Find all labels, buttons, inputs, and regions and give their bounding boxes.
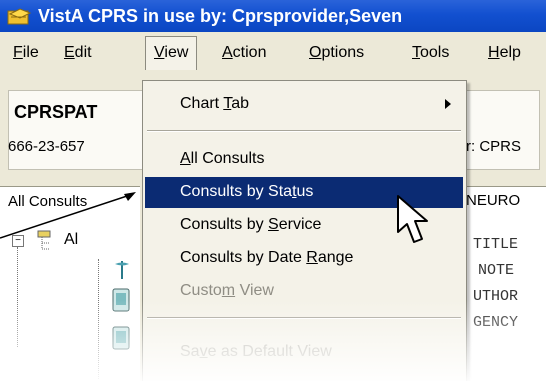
- service-header: NEURO: [466, 192, 521, 209]
- detail-line: TITLE: [473, 236, 519, 253]
- provider-label: r: CPRS: [466, 138, 522, 155]
- consults-tree-pane: All Consults − Al: [0, 186, 140, 381]
- app-icon: [7, 8, 32, 25]
- tree-collapse-icon[interactable]: −: [12, 235, 24, 247]
- document-icon-2: [112, 326, 130, 350]
- cprs-window: VistA CPRS in use by: Cprsprovider,Seven…: [0, 0, 546, 381]
- consult-detail-pane: [466, 186, 546, 381]
- menu-help[interactable]: Help: [488, 44, 521, 62]
- menu-action[interactable]: Action: [222, 44, 266, 62]
- detail-line: NOTE: [478, 262, 515, 279]
- menu-item-save-as-default-view: Save as Default View: [180, 343, 332, 360]
- tree-connector: [17, 247, 18, 347]
- patient-name: CPRSPAT: [14, 102, 98, 122]
- menu-edit[interactable]: Edit: [64, 44, 92, 62]
- submenu-arrow-icon: [445, 99, 451, 109]
- caduceus-icon: [115, 261, 129, 279]
- consults-pane-header: All Consults: [8, 193, 88, 210]
- title-bar[interactable]: VistA CPRS in use by: Cprsprovider,Seven: [0, 0, 546, 32]
- document-icon: [112, 288, 130, 312]
- mouse-pointer-icon: [397, 195, 428, 243]
- detail-line: GENCY: [473, 314, 519, 331]
- tree-folder-icon: [37, 230, 51, 250]
- menu-item-chart-tab[interactable]: Chart Tab: [145, 89, 463, 120]
- menu-file[interactable]: File: [13, 44, 39, 62]
- patient-ssn: 666-23-657: [8, 138, 85, 155]
- menu-options[interactable]: Options: [309, 44, 364, 62]
- menu-view[interactable]: View: [145, 36, 198, 70]
- menu-separator: [147, 130, 461, 132]
- menu-bar: File Edit View Action Options Tools Help: [0, 32, 546, 74]
- tree-connector-2: [98, 259, 99, 379]
- menu-separator: [147, 317, 461, 319]
- tree-root-label[interactable]: Al: [64, 231, 78, 249]
- menu-tools[interactable]: Tools: [412, 44, 449, 62]
- detail-line: UTHOR: [473, 288, 519, 305]
- window-title: VistA CPRS in use by: Cprsprovider,Seven: [38, 5, 403, 26]
- menu-item-all-consults[interactable]: All Consults: [145, 144, 463, 175]
- menu-item-custom-view: Custom View: [180, 282, 274, 299]
